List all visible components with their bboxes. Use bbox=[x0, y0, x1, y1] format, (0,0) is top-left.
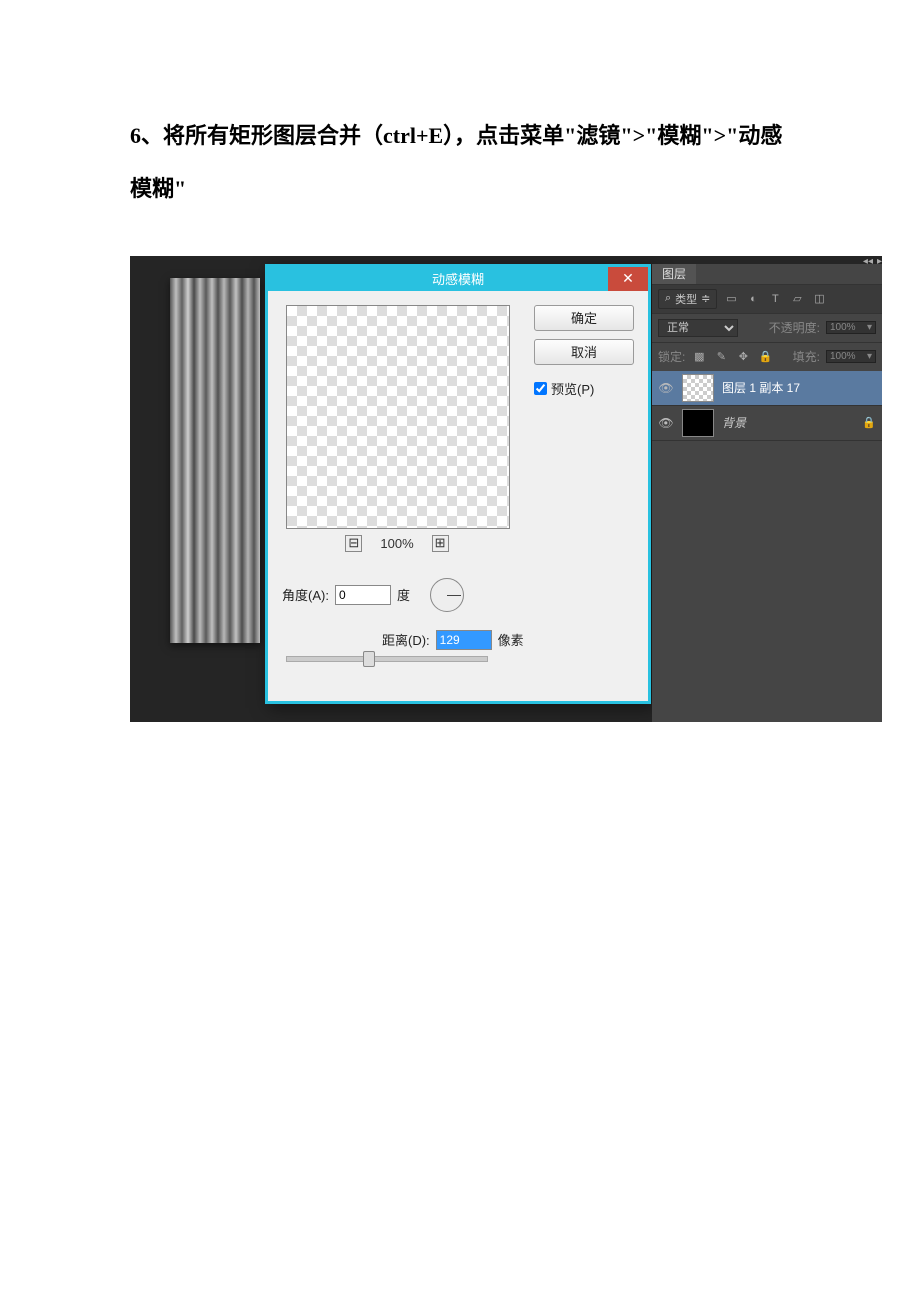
search-icon: ⌕ bbox=[665, 292, 671, 305]
panel-tabs: 图层 bbox=[652, 264, 882, 284]
zoom-out-button[interactable]: ⊟ bbox=[345, 535, 362, 552]
instruction-text: 6、将所有矩形图层合并（ctrl+E），点击菜单"滤镜">"模糊">"动感模糊" bbox=[130, 110, 790, 216]
angle-row: 角度(A): 度 bbox=[282, 578, 634, 612]
filter-text-icon[interactable]: T bbox=[767, 291, 783, 307]
layer-name[interactable]: 背景 bbox=[722, 414, 854, 431]
dialog-title: 动感模糊 bbox=[432, 269, 484, 288]
distance-label: 距离(D): bbox=[382, 630, 430, 649]
lock-label: 锁定: bbox=[658, 348, 685, 365]
lock-trans-icon[interactable]: ▩ bbox=[691, 349, 707, 365]
canvas-preview bbox=[170, 278, 260, 643]
close-button[interactable]: ✕ bbox=[608, 267, 648, 291]
zoom-level: 100% bbox=[380, 536, 413, 551]
filter-smart-icon[interactable]: ◫ bbox=[811, 291, 827, 307]
lock-paint-icon[interactable]: ✎ bbox=[713, 349, 729, 365]
distance-slider[interactable] bbox=[286, 656, 488, 662]
lock-all-icon[interactable]: 🔒 bbox=[757, 349, 773, 365]
opacity-label: 不透明度: bbox=[769, 319, 820, 336]
chevron-down-icon: ≑ bbox=[701, 292, 710, 305]
preview-checkbox-row[interactable]: 预览(P) bbox=[534, 379, 634, 398]
screenshot-container: ◂◂▸ 动感模糊 ✕ ⊟ 100% ⊞ 确定 取消 bbox=[130, 256, 882, 722]
distance-row: 距离(D): 像素 bbox=[382, 630, 634, 650]
layer-name[interactable]: 图层 1 副本 17 bbox=[722, 379, 876, 396]
angle-label: 角度(A): bbox=[282, 585, 329, 604]
layers-tab[interactable]: 图层 bbox=[652, 264, 696, 284]
zoom-in-button[interactable]: ⊞ bbox=[432, 535, 449, 552]
layer-thumbnail[interactable] bbox=[682, 409, 714, 437]
filter-adjust-icon[interactable]: ◐ bbox=[745, 291, 761, 307]
layer-thumbnail[interactable] bbox=[682, 374, 714, 402]
blend-mode-select[interactable]: 正常 bbox=[658, 319, 738, 337]
visibility-toggle[interactable]: 👁 bbox=[658, 381, 674, 395]
slider-thumb[interactable] bbox=[363, 651, 375, 667]
angle-input[interactable] bbox=[335, 585, 391, 605]
angle-dial[interactable] bbox=[430, 578, 464, 612]
layer-row[interactable]: 👁 图层 1 副本 17 bbox=[652, 371, 882, 406]
preview-checkbox[interactable] bbox=[534, 382, 547, 395]
preview-area[interactable] bbox=[286, 305, 510, 529]
close-icon: ✕ bbox=[622, 270, 634, 287]
filter-row: ⌕ 类型 ≑ ▭ ◐ T ▱ ◫ bbox=[652, 284, 882, 313]
filter-pixel-icon[interactable]: ▭ bbox=[723, 291, 739, 307]
distance-input[interactable] bbox=[436, 630, 492, 650]
filter-shape-icon[interactable]: ▱ bbox=[789, 291, 805, 307]
dialog-titlebar[interactable]: 动感模糊 ✕ bbox=[268, 267, 648, 291]
layers-panel: 图层 ⌕ 类型 ≑ ▭ ◐ T ▱ ◫ 正常 不透明度: bbox=[652, 264, 882, 722]
lock-move-icon[interactable]: ✥ bbox=[735, 349, 751, 365]
motion-blur-dialog: 动感模糊 ✕ ⊟ 100% ⊞ 确定 取消 预览(P) bbox=[265, 264, 651, 704]
fill-label: 填充: bbox=[793, 348, 820, 365]
layer-row[interactable]: 👁 背景 🔒 bbox=[652, 406, 882, 441]
preview-label: 预览(P) bbox=[551, 379, 594, 398]
filter-kind-select[interactable]: ⌕ 类型 ≑ bbox=[658, 289, 717, 309]
opacity-value[interactable]: 100%▾ bbox=[826, 321, 876, 334]
fill-value[interactable]: 100%▾ bbox=[826, 350, 876, 363]
cancel-button[interactable]: 取消 bbox=[534, 339, 634, 365]
distance-unit: 像素 bbox=[498, 630, 524, 649]
lock-icon: 🔒 bbox=[862, 416, 876, 429]
lock-fill-row: 锁定: ▩ ✎ ✥ 🔒 填充: 100%▾ bbox=[652, 342, 882, 371]
filter-kind-label: 类型 bbox=[675, 291, 697, 307]
visibility-toggle[interactable]: 👁 bbox=[658, 416, 674, 430]
angle-unit: 度 bbox=[397, 585, 410, 604]
blend-opacity-row: 正常 不透明度: 100%▾ bbox=[652, 313, 882, 342]
ok-button[interactable]: 确定 bbox=[534, 305, 634, 331]
